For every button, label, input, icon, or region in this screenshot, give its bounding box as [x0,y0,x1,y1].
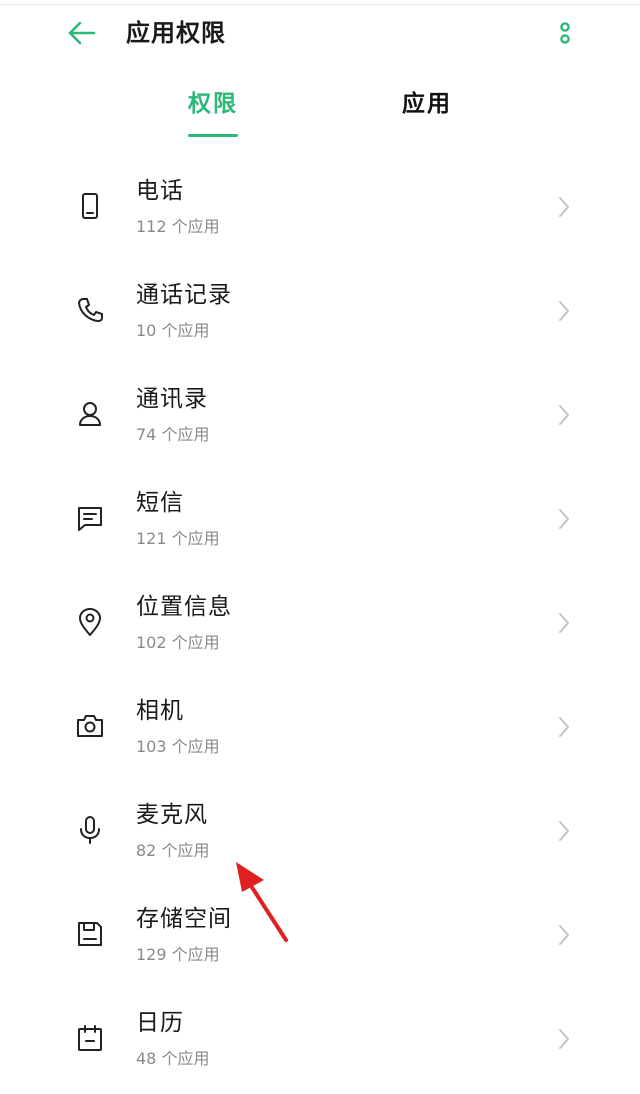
arrow-left-icon [68,21,96,45]
phone-device-icon [82,193,98,219]
contact-person-icon [79,402,101,426]
permission-app-count: 74 个应用 [136,425,210,444]
chevron-right-icon [559,405,569,425]
permission-app-count: 129 个应用 [136,945,220,964]
permission-app-count: 48 个应用 [136,1049,210,1068]
permission-item-location[interactable]: 位置信息 102 个应用 [0,574,640,678]
permission-title: 麦克风 [136,802,208,828]
chevron-right-icon [559,925,569,945]
chevron-right-icon [559,197,569,217]
permission-title: 存储空间 [136,906,232,932]
top-divider [0,4,640,5]
back-button[interactable] [64,18,98,48]
permission-item-contacts[interactable]: 通讯录 74 个应用 [0,366,640,470]
tab-apps-label: 应用 [402,91,452,117]
permission-title: 电话 [136,178,184,204]
permission-app-count: 112 个应用 [136,217,220,236]
chevron-right-icon [559,613,569,633]
microphone-icon [80,816,100,844]
permission-title: 通讯录 [136,386,208,412]
permission-item-calendar[interactable]: 日历 48 个应用 [0,990,640,1094]
permission-app-count: 121 个应用 [136,529,220,548]
permission-app-count: 102 个应用 [136,633,220,652]
chevron-right-icon [559,509,569,529]
permission-app-count: 10 个应用 [136,321,210,340]
permission-title: 相机 [136,698,184,724]
tab-permissions-label: 权限 [188,91,238,117]
permission-item-phone[interactable]: 电话 112 个应用 [0,158,640,262]
permission-item-sms[interactable]: 短信 121 个应用 [0,470,640,574]
permission-item-call-log[interactable]: 通话记录 10 个应用 [0,262,640,366]
permission-title: 通话记录 [136,282,232,308]
page-title: 应用权限 [126,19,226,47]
chevron-right-icon [559,717,569,737]
storage-icon [78,922,102,946]
app-bar: 应用权限 [0,8,640,58]
more-options-button[interactable] [554,18,576,48]
active-tab-indicator [188,134,238,137]
tab-permissions[interactable]: 权限 [188,84,240,140]
permission-title: 短信 [136,490,184,516]
message-icon [78,507,102,531]
calendar-icon [78,1025,102,1051]
permission-title: 日历 [136,1010,184,1036]
location-pin-icon [79,608,101,636]
chevron-right-icon [559,1029,569,1049]
more-vertical-icon [560,22,570,44]
permission-app-count: 103 个应用 [136,737,220,756]
permission-item-camera[interactable]: 相机 103 个应用 [0,678,640,782]
permission-item-storage[interactable]: 存储空间 129 个应用 [0,886,640,990]
permission-item-microphone[interactable]: 麦克风 82 个应用 [0,782,640,886]
chevron-right-icon [559,301,569,321]
tab-bar: 权限 应用 [0,84,640,140]
tab-apps[interactable]: 应用 [402,84,454,140]
camera-icon [77,715,103,737]
chevron-right-icon [559,821,569,841]
phone-handset-icon [78,298,103,322]
permission-title: 位置信息 [136,594,232,620]
permission-app-count: 82 个应用 [136,841,210,860]
